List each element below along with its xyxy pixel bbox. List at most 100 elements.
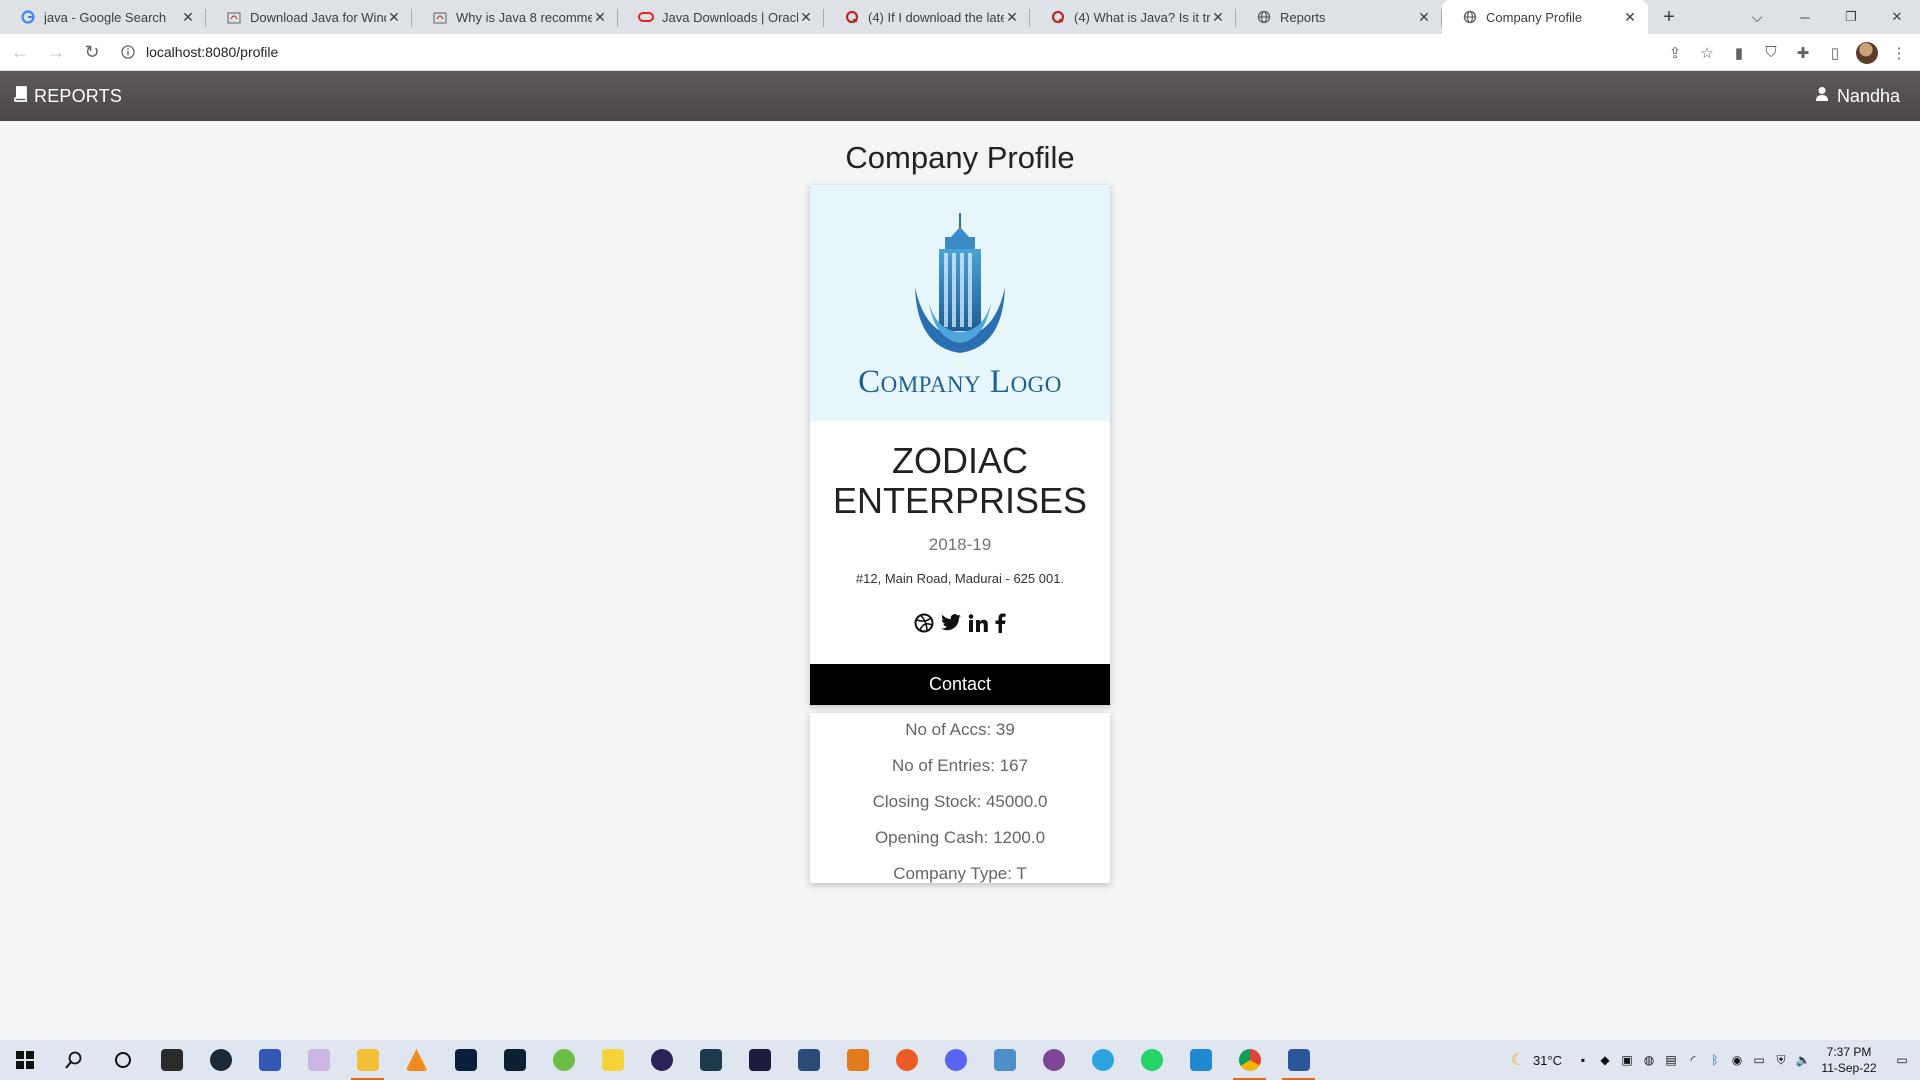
minimize-icon[interactable]: ─ xyxy=(1782,0,1828,34)
browser-menu-icon[interactable]: ⋮ xyxy=(1886,40,1912,66)
quora-icon xyxy=(1050,9,1066,25)
tor-browser-icon[interactable] xyxy=(1029,1040,1078,1080)
lightroom-icon[interactable] xyxy=(490,1040,539,1080)
financial-year: 2018-19 xyxy=(928,535,992,554)
url-text: localhost:8080/profile xyxy=(146,44,279,60)
tab-title: java - Google Search xyxy=(44,9,167,25)
tab-title: Reports xyxy=(1280,9,1326,25)
cortana-icon[interactable] xyxy=(98,1040,147,1080)
media-player-icon[interactable] xyxy=(588,1040,637,1080)
sublime-text-icon[interactable] xyxy=(833,1040,882,1080)
close-icon[interactable]: ✕ xyxy=(592,9,608,25)
company-name: ZODIAC ENTERPRISES xyxy=(832,440,1088,521)
search-icon[interactable] xyxy=(49,1040,98,1080)
file-explorer-icon[interactable] xyxy=(343,1040,392,1080)
tray-app-icon[interactable]: ▣ xyxy=(1616,1040,1638,1080)
vscode-icon[interactable] xyxy=(1176,1040,1225,1080)
restore-icon[interactable]: ❐ xyxy=(1828,0,1874,34)
extension-shield-icon[interactable]: ⛉ xyxy=(1758,40,1784,66)
linkedin-icon[interactable] xyxy=(968,612,988,634)
brand-label: REPORTS xyxy=(34,85,123,106)
back-arrow-icon[interactable]: ← xyxy=(4,36,36,68)
close-icon[interactable]: ✕ xyxy=(1210,9,1226,25)
browser-tab-strip: java - Google Search ✕ Download Java for… xyxy=(0,0,1920,34)
reload-icon[interactable]: ↻ xyxy=(76,36,108,68)
browser-tab[interactable]: Java Downloads | Oracle ✕ xyxy=(618,0,824,34)
contact-button[interactable]: Contact xyxy=(810,664,1110,705)
dribbble-icon[interactable] xyxy=(914,612,934,634)
company-card: Company Logo ZODIAC ENTERPRISES 2018-19 … xyxy=(810,185,1110,705)
company-logo: Company Logo xyxy=(810,185,1110,421)
intellij-icon[interactable] xyxy=(735,1040,784,1080)
utorrent-icon[interactable] xyxy=(539,1040,588,1080)
profile-avatar[interactable] xyxy=(1854,40,1880,66)
user-menu[interactable]: Nandha xyxy=(1815,86,1900,107)
close-icon[interactable]: ✕ xyxy=(1622,9,1638,25)
close-icon[interactable]: ✕ xyxy=(386,9,402,25)
tab-title: (4) If I download the latest xyxy=(868,9,1004,25)
epic-games-icon[interactable] xyxy=(147,1040,196,1080)
nvidia-icon[interactable]: ▪ xyxy=(1572,1040,1594,1080)
notes-app-icon[interactable] xyxy=(245,1040,294,1080)
window-close-icon[interactable]: ✕ xyxy=(1874,0,1920,34)
discord-icon[interactable] xyxy=(931,1040,980,1080)
building-logo-icon xyxy=(915,213,1005,353)
photoshop-icon[interactable] xyxy=(441,1040,490,1080)
weather-moon-icon[interactable]: ☾ xyxy=(1507,1040,1529,1080)
forward-arrow-icon[interactable]: → xyxy=(40,36,72,68)
address-bar[interactable]: localhost:8080/profile xyxy=(118,38,1638,66)
browser-tab[interactable]: Why is Java 8 recommend ✕ xyxy=(412,0,618,34)
close-icon[interactable]: ✕ xyxy=(1004,9,1020,25)
battery-icon[interactable]: ▭ xyxy=(1748,1040,1770,1080)
app-plane-icon[interactable] xyxy=(980,1040,1029,1080)
clock-time: 7:37 PM xyxy=(1826,1045,1872,1059)
facebook-icon[interactable] xyxy=(994,612,1006,634)
eclipse-icon[interactable] xyxy=(637,1040,686,1080)
browser-tab-active[interactable]: Company Profile ✕ xyxy=(1442,0,1648,34)
steam-icon[interactable] xyxy=(196,1040,245,1080)
tab-search-chevron-icon[interactable]: ⌵ xyxy=(1742,0,1772,34)
xampp-icon[interactable] xyxy=(784,1040,833,1080)
google-icon xyxy=(20,9,36,25)
browser-tab[interactable]: (4) What is Java? Is it true ✕ xyxy=(1030,0,1236,34)
chrome-icon[interactable] xyxy=(1225,1040,1274,1080)
start-windows-icon[interactable] xyxy=(0,1040,49,1080)
bookmark-star-icon[interactable]: ☆ xyxy=(1694,40,1720,66)
clock[interactable]: 7:37 PM 11-Sep-22 xyxy=(1814,1044,1884,1076)
close-icon[interactable]: ✕ xyxy=(798,9,814,25)
twitter-icon[interactable] xyxy=(940,612,962,634)
notification-icon[interactable]: ▭ xyxy=(1884,1040,1920,1080)
share-icon[interactable]: ⇪ xyxy=(1662,40,1688,66)
tray-app-icon[interactable]: ▤ xyxy=(1660,1040,1682,1080)
browser-tab[interactable]: Reports ✕ xyxy=(1236,0,1442,34)
site-info-icon[interactable] xyxy=(118,42,138,62)
inkscape-icon[interactable] xyxy=(686,1040,735,1080)
browser-tab[interactable]: Download Java for Windo ✕ xyxy=(206,0,412,34)
network-icon[interactable]: ◉ xyxy=(1726,1040,1748,1080)
wifi-icon[interactable]: ◜ xyxy=(1682,1040,1704,1080)
powershell-icon[interactable] xyxy=(1274,1040,1323,1080)
tray-app-icon[interactable]: ◆ xyxy=(1594,1040,1616,1080)
volume-icon[interactable]: 🔈 xyxy=(1792,1040,1814,1080)
telegram-icon[interactable] xyxy=(1078,1040,1127,1080)
vlc-icon[interactable] xyxy=(392,1040,441,1080)
whatsapp-icon[interactable] xyxy=(1127,1040,1176,1080)
close-icon[interactable]: ✕ xyxy=(180,9,196,25)
m-app-icon[interactable] xyxy=(294,1040,343,1080)
browser-tab[interactable]: (4) If I download the latest ✕ xyxy=(824,0,1030,34)
weather-temp[interactable]: 31°C xyxy=(1533,1053,1562,1068)
extension-book-icon[interactable]: ▮ xyxy=(1726,40,1752,66)
new-tab-button[interactable]: + xyxy=(1654,0,1684,34)
stat-entries: No of Entries: 167 xyxy=(891,756,1029,775)
tray-app-icon[interactable]: ◍ xyxy=(1638,1040,1660,1080)
side-panel-icon[interactable]: ▯ xyxy=(1822,40,1848,66)
security-icon[interactable]: ⛨ xyxy=(1770,1040,1792,1080)
close-icon[interactable]: ✕ xyxy=(1416,9,1432,25)
postman-icon[interactable] xyxy=(882,1040,931,1080)
user-icon xyxy=(1815,86,1829,107)
bluetooth-icon[interactable]: ᛒ xyxy=(1704,1040,1726,1080)
brand-link[interactable]: REPORTS xyxy=(13,85,123,107)
browser-tab[interactable]: java - Google Search ✕ xyxy=(0,0,206,34)
globe-icon xyxy=(1256,9,1272,25)
extensions-puzzle-icon[interactable]: ✚ xyxy=(1790,40,1816,66)
